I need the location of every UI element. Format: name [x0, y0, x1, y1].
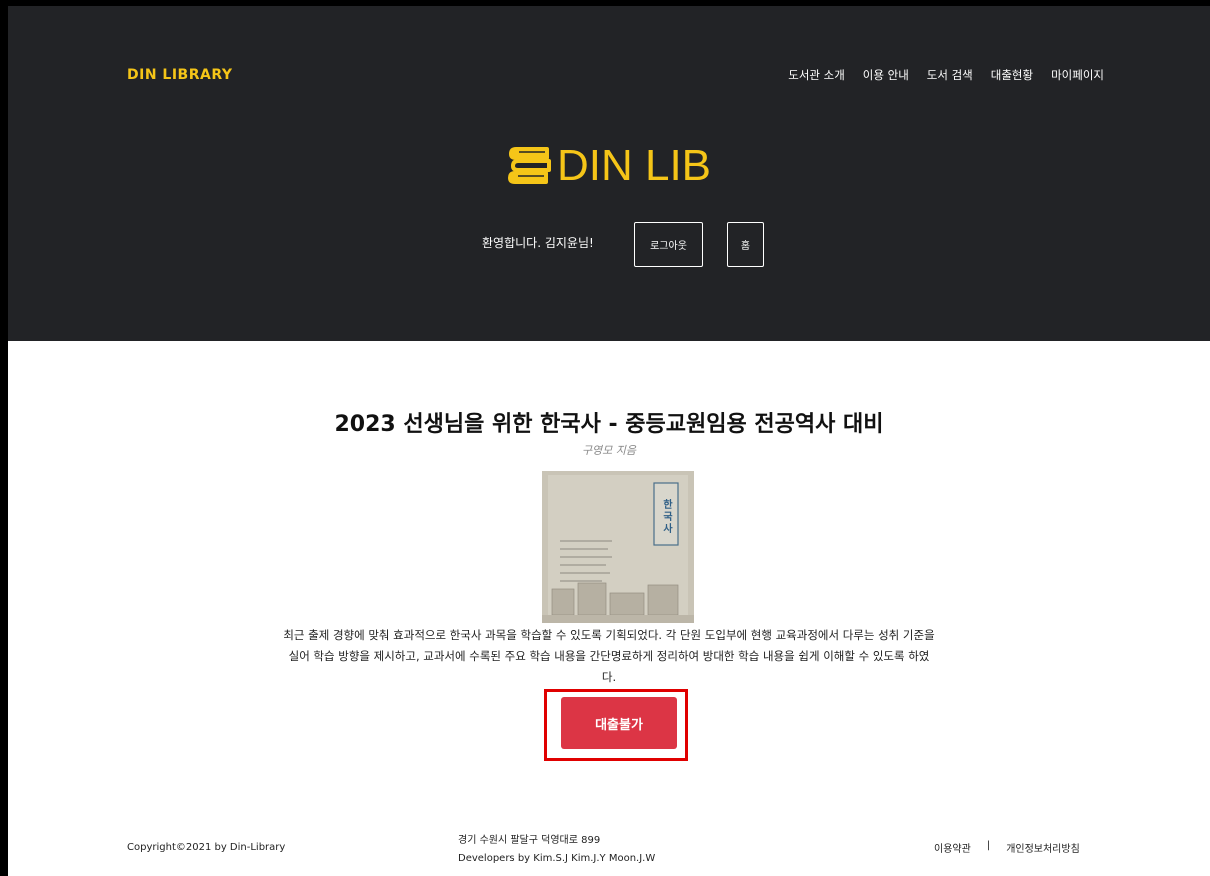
footer-separator: | [986, 840, 991, 851]
nav-loan-status[interactable]: 대출현황 [991, 67, 1033, 83]
page: DIN LIBRARY 도서관 소개 이용 안내 도서 검색 대출현황 마이페이… [8, 6, 1210, 876]
footer-links: 이용약관 | 개인정보처리방침 [934, 840, 1080, 855]
address-line: 경기 수원시 팔달구 덕영대로 899 [458, 835, 601, 846]
developers-line: Developers by Kim.S.J Kim.J.Y Moon.J.W [458, 853, 656, 864]
nav-mypage[interactable]: 마이페이지 [1051, 67, 1104, 83]
brand-link[interactable]: DIN LIBRARY [127, 67, 233, 83]
home-button[interactable]: 홈 [727, 222, 764, 267]
terms-link[interactable]: 이용약관 [934, 840, 971, 855]
book-title: 2023 선생님을 위한 한국사 - 중등교원임용 전공역사 대비 [334, 412, 884, 437]
nav-library-intro[interactable]: 도서관 소개 [788, 67, 845, 83]
books-stack-icon [507, 147, 551, 184]
welcome-message: 환영합니다. 김지윤님! [482, 236, 594, 250]
book-author: 구영모 지음 [581, 444, 637, 457]
book-description: 최근 출제 경향에 맞춰 효과적으로 한국사 과목을 학습할 수 있도록 기획되… [283, 628, 935, 684]
nav-usage-guide[interactable]: 이용 안내 [863, 67, 909, 83]
site-logo: DIN LIB [8, 144, 1210, 191]
nav-book-search[interactable]: 도서 검색 [927, 67, 973, 83]
logout-button[interactable]: 로그아웃 [634, 222, 703, 267]
footer-address: 경기 수원시 팔달구 덕영대로 899 Developers by Kim.S.… [458, 832, 655, 868]
book-cover-image: 한국사 [542, 471, 694, 623]
hero-header: DIN LIBRARY 도서관 소개 이용 안내 도서 검색 대출현황 마이페이… [8, 6, 1210, 341]
main-nav: 도서관 소개 이용 안내 도서 검색 대출현황 마이페이지 [788, 67, 1104, 83]
privacy-link[interactable]: 개인정보처리방침 [1006, 840, 1080, 855]
copyright-text: Copyright©2021 by Din-Library [127, 842, 286, 853]
loan-unavailable-button[interactable]: 대출불가 [561, 697, 677, 749]
cover-title: 한국사 [661, 499, 673, 535]
logo-text: DIN LIB [556, 141, 712, 190]
